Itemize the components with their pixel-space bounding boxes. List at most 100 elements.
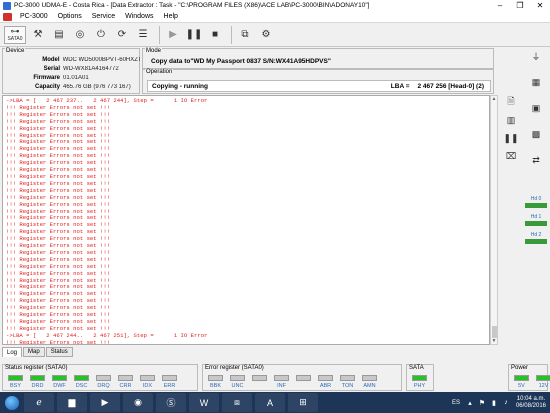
menu-options[interactable]: Options bbox=[53, 13, 87, 20]
clock-date: 06/08/2016 bbox=[515, 402, 546, 409]
scroll-down-icon[interactable]: ▼ bbox=[491, 338, 497, 344]
taskbar-skype[interactable]: Ⓢ bbox=[156, 393, 186, 412]
word-icon: W bbox=[199, 397, 209, 408]
taskbar-word[interactable]: W bbox=[189, 393, 219, 412]
led-label: INF bbox=[277, 383, 286, 389]
clear-log-icon[interactable]: ⌧ bbox=[504, 149, 518, 163]
right-tool-column: ⏚ ▦ ▣ ▩ ⇄ Hd 0 Hd 1 Hd 2 bbox=[522, 48, 550, 348]
window-controls: – ❐ ✕ bbox=[490, 0, 550, 11]
windows-taskbar: ℯ ▆ ▶ ◉ Ⓢ W ⧈ A ⊞ ES ▴ ⚑ ▮ ♪ 10:04 a.m. … bbox=[0, 392, 550, 413]
led-bulb bbox=[514, 375, 529, 381]
head-1-label: Hd 1 bbox=[530, 214, 542, 220]
tray-up-arrow-icon[interactable]: ▴ bbox=[466, 399, 474, 407]
led-idx: IDX bbox=[137, 375, 158, 389]
pause-log-icon[interactable]: ❚❚ bbox=[503, 131, 518, 145]
start-button[interactable] bbox=[0, 392, 24, 413]
language-indicator[interactable]: ES bbox=[452, 400, 460, 406]
menu-windows[interactable]: Windows bbox=[120, 13, 158, 20]
tab-status[interactable]: Status bbox=[45, 347, 73, 357]
pause-icon: ❚❚ bbox=[185, 29, 203, 40]
error-register-leds: BBK UNC INF ABR TON AMN bbox=[205, 375, 381, 389]
power-icon: ⏻ bbox=[97, 29, 105, 40]
led-blank bbox=[249, 375, 270, 389]
maximize-button[interactable]: ❐ bbox=[510, 0, 530, 11]
led-bulb bbox=[162, 375, 177, 381]
taskbar-pc3000[interactable]: ⊞ bbox=[288, 393, 318, 412]
log-output[interactable]: ->LBA = [ 2 467 237.. 2 467 244], Step =… bbox=[2, 95, 490, 345]
minimize-button[interactable]: – bbox=[490, 0, 510, 11]
operation-status-box: Copying - running LBA = 2 467 256 [Head-… bbox=[147, 80, 491, 92]
taskbar-ie[interactable]: ℯ bbox=[24, 393, 54, 412]
led-bbk: BBK bbox=[205, 375, 226, 389]
power-leds: 5V 12V bbox=[511, 375, 550, 389]
save-log-icon[interactable]: 🗎 bbox=[504, 95, 518, 109]
cable-icon[interactable]: ⇄ bbox=[527, 152, 545, 168]
settings-button[interactable]: ⚙ bbox=[257, 26, 275, 44]
head-2-label: Hd 2 bbox=[530, 232, 542, 238]
system-clock[interactable]: 10:04 a.m. 06/08/2016 bbox=[516, 396, 546, 410]
menu-pc3000[interactable]: PC-3000 bbox=[15, 13, 53, 20]
taskbar-chrome[interactable]: ◉ bbox=[123, 393, 153, 412]
menu-service[interactable]: Service bbox=[87, 13, 120, 20]
led-bulb bbox=[96, 375, 111, 381]
led-ton: TON bbox=[337, 375, 358, 389]
tab-log[interactable]: Log bbox=[2, 347, 23, 357]
drive-button[interactable]: ▤ bbox=[50, 26, 68, 44]
tab-map[interactable]: Map bbox=[23, 347, 45, 357]
taskbar-acrobat[interactable]: A bbox=[255, 393, 285, 412]
sata-group: SATA PHY bbox=[406, 364, 434, 391]
chip-icon[interactable]: ▩ bbox=[527, 126, 545, 142]
led-blank bbox=[293, 375, 314, 389]
menu-help[interactable]: Help bbox=[159, 13, 183, 20]
head-2-indicator: Hd 2 bbox=[525, 232, 547, 244]
pc3000-icon: ⊞ bbox=[299, 397, 307, 407]
network-icon: ⧈ bbox=[234, 397, 240, 407]
reset-icon: ⟳ bbox=[117, 29, 127, 40]
device-capacity-key: Capacity bbox=[34, 84, 60, 90]
device-capacity-row: Capacity 465.76 GB (976 773 167) bbox=[3, 84, 141, 90]
pause-button[interactable]: ❚❚ bbox=[185, 26, 203, 44]
led-label: PHY bbox=[413, 383, 426, 389]
scroll-thumb[interactable] bbox=[492, 326, 497, 338]
tray-flag-icon[interactable]: ⚑ bbox=[478, 399, 486, 407]
error-register-group: Error register (SATA0) BBK UNC INF ABR TON AM… bbox=[202, 364, 402, 391]
taskbar-network[interactable]: ⧈ bbox=[222, 393, 252, 412]
sata-label: SATA bbox=[409, 365, 424, 371]
internet-explorer-icon: ℯ bbox=[36, 397, 42, 407]
disk-button[interactable]: ◎ bbox=[71, 26, 89, 44]
log-button[interactable]: ☰ bbox=[134, 26, 152, 44]
usb-icon[interactable]: ⏚ bbox=[527, 48, 545, 64]
led-bulb bbox=[230, 375, 245, 381]
head-2-bar bbox=[525, 239, 547, 244]
tools-button[interactable]: ⚒ bbox=[29, 26, 47, 44]
taskbar-media[interactable]: ▶ bbox=[90, 393, 120, 412]
close-button[interactable]: ✕ bbox=[530, 0, 550, 11]
mode-panel: Mode Copy data to"WD My Passport 0837 S/… bbox=[142, 48, 494, 69]
open-log-icon[interactable]: ▥ bbox=[504, 113, 518, 127]
reset-button[interactable]: ⟳ bbox=[113, 26, 131, 44]
taskbar-explorer[interactable]: ▆ bbox=[57, 393, 87, 412]
device-capacity-value: 465.76 GB (976 773 167) bbox=[63, 84, 131, 90]
led-drq: DRQ bbox=[93, 375, 114, 389]
stop-button[interactable]: ■ bbox=[206, 26, 224, 44]
tray-network-icon[interactable]: ▮ bbox=[490, 399, 498, 407]
led-label: DRQ bbox=[97, 383, 110, 389]
led-label: DWF bbox=[53, 383, 66, 389]
led-bulb bbox=[30, 375, 45, 381]
sata-port-button[interactable]: ⊶ SATA0 bbox=[4, 25, 26, 44]
led-label: IDX bbox=[142, 383, 153, 389]
lba-label: LBA = bbox=[390, 82, 410, 90]
memory-icon[interactable]: ▦ bbox=[527, 74, 545, 90]
play-button[interactable]: ▶ bbox=[164, 26, 182, 44]
led-label: UNC bbox=[231, 383, 244, 389]
pc3000-menu-icon[interactable] bbox=[3, 12, 12, 21]
copy-button[interactable]: ⧉ bbox=[236, 26, 254, 44]
disk-icon: ◎ bbox=[75, 29, 85, 40]
led-label: BSY bbox=[9, 383, 21, 389]
terminal-icon[interactable]: ▣ bbox=[527, 100, 545, 116]
log-scrollbar[interactable]: ▲ ▼ bbox=[490, 95, 498, 345]
scroll-up-icon[interactable]: ▲ bbox=[491, 96, 497, 102]
power-button[interactable]: ⏻ bbox=[92, 26, 110, 44]
tray-volume-icon[interactable]: ♪ bbox=[502, 399, 510, 407]
log-text: ->LBA = [ 2 467 237.. 2 467 244], Step =… bbox=[6, 97, 208, 345]
